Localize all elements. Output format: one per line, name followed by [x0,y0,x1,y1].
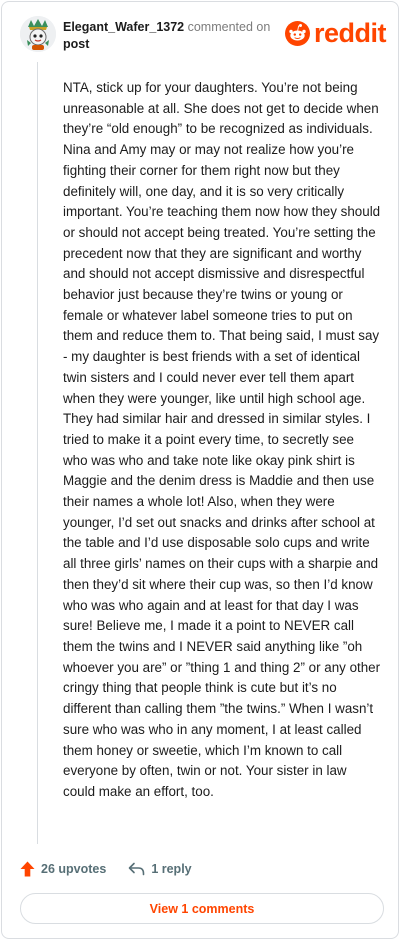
comment-body: NTA, stick up for your daughters. You’re… [63,80,381,799]
reddit-logo[interactable]: reddit [284,17,387,48]
reddit-snoo-icon [284,20,310,46]
post-link[interactable]: post [63,36,270,53]
upvotes-count: 26 upvotes [41,862,107,876]
upvote-arrow-icon [20,861,35,877]
view-comments-button[interactable]: View 1 comments [20,893,384,924]
comment-actions: 26 upvotes 1 reply [20,858,192,880]
reddit-wordmark: reddit [313,17,387,48]
reply-button[interactable]: 1 reply [128,862,192,876]
thread-line[interactable] [37,62,38,844]
user-avatar[interactable] [20,16,56,52]
avatar-image [20,16,56,52]
comment-header: Elegant_Wafer_1372 commented on post red… [20,16,387,56]
comment-meta: Elegant_Wafer_1372 commented on post [63,19,270,53]
reply-arrow-icon [129,862,145,876]
username-link[interactable]: Elegant_Wafer_1372 [63,20,184,34]
comment-action-text: commented on [187,20,271,34]
reply-count: 1 reply [151,862,192,876]
upvote-button[interactable]: 26 upvotes [20,861,106,877]
comment-card: Elegant_Wafer_1372 commented on post red… [1,1,399,939]
